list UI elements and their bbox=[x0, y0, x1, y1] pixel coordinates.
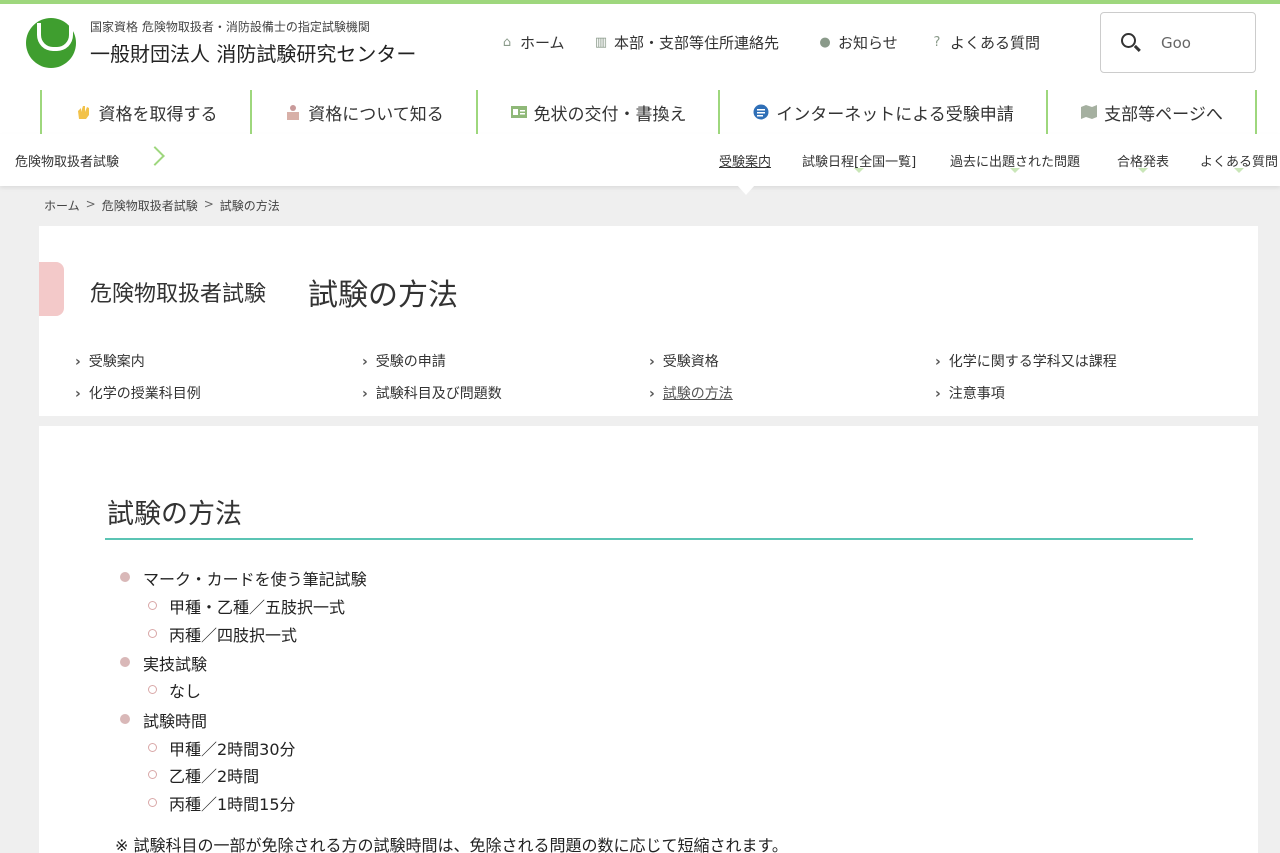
license-card-icon bbox=[510, 106, 527, 118]
footnote: ※ 試験科目の一部が免除される方の試験時間は、免除される問題の数に応じて短縮され… bbox=[115, 836, 788, 853]
gnav-item-branches[interactable]: 支部等ページへ bbox=[1046, 90, 1257, 134]
chevron-down-icon bbox=[1010, 168, 1020, 173]
page-category-title: 危険物取扱者試験 bbox=[90, 282, 267, 307]
util-link-news[interactable]: ● お知らせ bbox=[818, 32, 898, 53]
list-subitem: 甲種／2時間30分 bbox=[148, 736, 296, 760]
toc-label: 注意事項 bbox=[948, 386, 1005, 402]
toc-link-notes[interactable]: 注意事項 bbox=[935, 383, 1005, 403]
breadcrumb-separator: > bbox=[85, 197, 96, 211]
subnav-faq[interactable]: よくある質問 bbox=[1200, 151, 1278, 173]
list-subitem: 丙種／1時間15分 bbox=[148, 791, 296, 815]
util-link-label: お知らせ bbox=[838, 34, 898, 52]
people-icon bbox=[287, 105, 300, 120]
gnav-label: 支部等ページへ bbox=[1104, 104, 1223, 125]
toc-label: 受験資格 bbox=[662, 354, 719, 370]
chevron-down-icon bbox=[1234, 168, 1244, 173]
list-subitem: 乙種／2時間 bbox=[147, 763, 259, 787]
subnav-guide[interactable]: 受験案内 bbox=[719, 151, 771, 170]
toc-label: 受験案内 bbox=[88, 354, 145, 370]
util-link-faq[interactable]: ? よくある質問 bbox=[930, 32, 1040, 53]
breadcrumb-category[interactable]: 危険物取扱者試験 bbox=[102, 197, 198, 214]
gnav-label: 資格を取得する bbox=[98, 104, 218, 125]
breadcrumb-current: 試験の方法 bbox=[219, 199, 280, 213]
global-nav: 資格を取得する 資格について知る 免状の交付・書換え インターネットによる受験申… bbox=[40, 90, 1257, 134]
util-link-label: よくある質問 bbox=[950, 34, 1041, 52]
breadcrumb-separator: > bbox=[203, 197, 214, 211]
list-subitem: 丙種／四肢択一式 bbox=[147, 622, 297, 646]
breadcrumb: ホーム > 危険物取扱者試験 > 試験の方法 bbox=[44, 197, 280, 214]
site-logo[interactable] bbox=[26, 18, 76, 68]
main-content: 試験の方法 マーク・カードを使う筆記試験 甲種・乙種／五肢択一式 丙種／四肢択一… bbox=[39, 426, 1258, 853]
search-icon[interactable] bbox=[1121, 33, 1136, 48]
home-icon: ⌂ bbox=[502, 34, 512, 50]
toc-label: 試験科目及び問題数 bbox=[375, 386, 502, 402]
toc-link-subjects[interactable]: 試験科目及び問題数 bbox=[362, 383, 502, 403]
toc-label: 受験の申請 bbox=[375, 354, 446, 370]
org-subtitle: 国家資格 危険物取扱者・消防設備士の指定試験機関 bbox=[90, 20, 370, 34]
toc-link-chemistry-examples[interactable]: 化学の授業科目例 bbox=[75, 383, 201, 403]
gnav-label: 資格について知る bbox=[308, 104, 444, 125]
util-link-label: 本部・支部等住所連絡先 bbox=[614, 34, 780, 52]
chevron-down-icon bbox=[854, 168, 865, 173]
toc-label: 化学に関する学科又は課程 bbox=[948, 354, 1117, 370]
subnav-results[interactable]: 合格発表 bbox=[1117, 151, 1169, 173]
info-icon: ● bbox=[819, 34, 831, 50]
toc-link-guide[interactable]: 受験案内 bbox=[75, 351, 145, 371]
breadcrumb-home[interactable]: ホーム bbox=[44, 197, 80, 214]
list-item: マーク・カードを使う筆記試験 bbox=[120, 566, 367, 590]
gnav-item-acquire[interactable]: 資格を取得する bbox=[40, 90, 250, 134]
list-subitem: 甲種・乙種／五肢択一式 bbox=[147, 594, 345, 618]
map-icon bbox=[1081, 105, 1098, 119]
toc-link-eligibility[interactable]: 受験資格 bbox=[649, 351, 719, 371]
exam-subnav: 危険物取扱者試験 受験案内 試験日程[全国一覧] 過去に出題された問題 合格発表… bbox=[0, 134, 1280, 186]
toc-link-application[interactable]: 受験の申請 bbox=[362, 351, 446, 371]
gnav-item-internet-apply[interactable]: インターネットによる受験申請 bbox=[718, 90, 1046, 134]
gnav-label: 免状の交付・書換え bbox=[533, 104, 687, 125]
page-title: 試験の方法 bbox=[308, 278, 458, 313]
org-name[interactable]: 一般財団法人 消防試験研究センター bbox=[90, 38, 416, 67]
list-subitem: なし bbox=[147, 678, 201, 702]
heading-rule bbox=[105, 538, 1193, 540]
toc-link-method[interactable]: 試験の方法 bbox=[649, 383, 733, 403]
toc-label: 化学の授業科目例 bbox=[88, 386, 201, 402]
gnav-item-license[interactable]: 免状の交付・書換え bbox=[476, 90, 718, 134]
util-link-contacts[interactable]: ▥ 本部・支部等住所連絡先 bbox=[594, 32, 779, 53]
util-link-home[interactable]: ⌂ ホーム bbox=[500, 32, 565, 53]
exam-category[interactable]: 危険物取扱者試験 bbox=[15, 151, 119, 170]
chevron-down-icon bbox=[1138, 168, 1148, 173]
util-link-label: ホーム bbox=[520, 34, 565, 52]
search-input[interactable]: Goo bbox=[1161, 34, 1191, 52]
list-item: 実技試験 bbox=[119, 651, 207, 675]
toc-label: 試験の方法 bbox=[662, 386, 733, 402]
internet-icon bbox=[753, 104, 769, 120]
title-accent bbox=[39, 262, 64, 316]
section-heading: 試験の方法 bbox=[107, 499, 242, 530]
active-pointer bbox=[737, 185, 755, 195]
subnav-past-questions[interactable]: 過去に出題された問題 bbox=[950, 151, 1080, 173]
toc-link-chemistry-courses[interactable]: 化学に関する学科又は課程 bbox=[935, 351, 1117, 371]
hand-icon bbox=[77, 106, 89, 119]
subnav-schedule[interactable]: 試験日程[全国一覧] bbox=[802, 151, 916, 173]
map-icon: ▥ bbox=[594, 34, 608, 50]
page-hero: 危険物取扱者試験 試験の方法 受験案内 受験の申請 受験資格 化学に関する学科又… bbox=[39, 226, 1258, 416]
gnav-item-learn[interactable]: 資格について知る bbox=[250, 90, 476, 134]
chevron-right-icon bbox=[145, 146, 165, 166]
search-box[interactable]: Goo bbox=[1100, 12, 1256, 73]
gnav-label: インターネットによる受験申請 bbox=[776, 104, 1014, 125]
list-item: 試験時間 bbox=[119, 708, 207, 732]
question-icon: ? bbox=[933, 34, 941, 50]
site-header: 国家資格 危険物取扱者・消防設備士の指定試験機関 一般財団法人 消防試験研究セン… bbox=[0, 4, 1280, 134]
